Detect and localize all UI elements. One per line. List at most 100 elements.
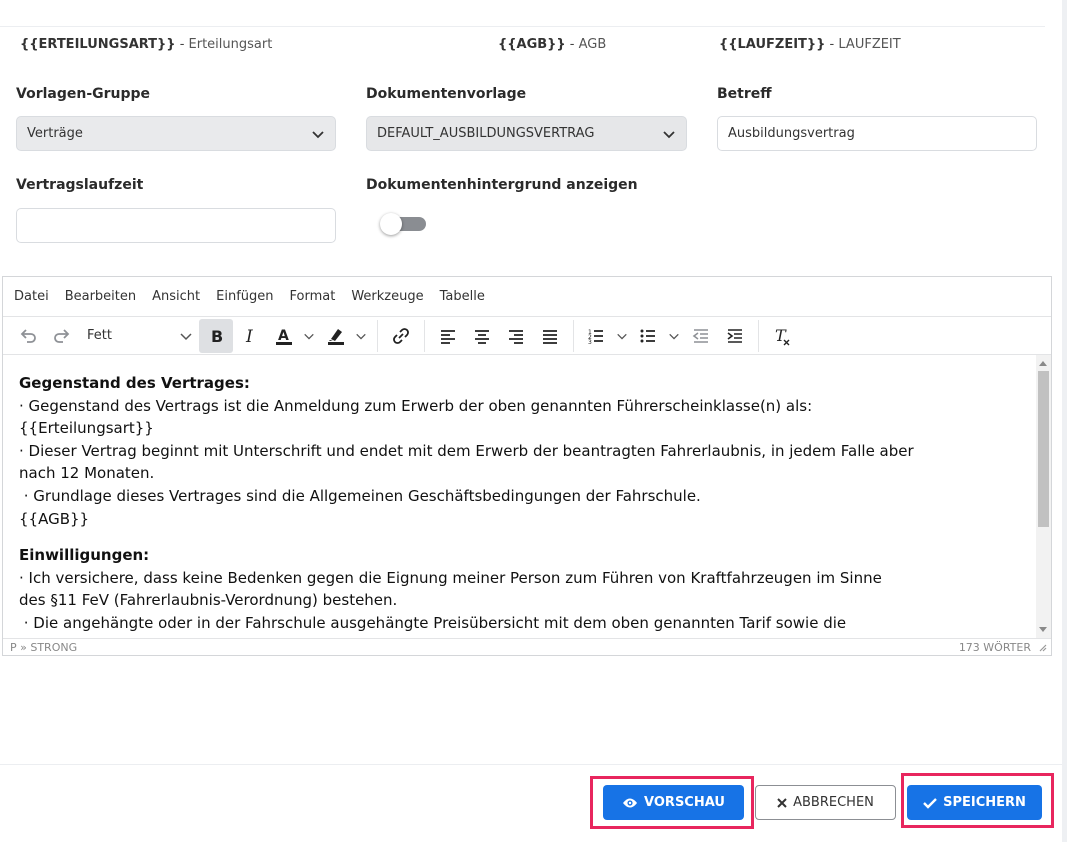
align-justify-button[interactable] xyxy=(533,319,567,353)
content-line: · Die angehängte oder in der Fahrschule … xyxy=(19,613,847,632)
italic-icon: I xyxy=(245,327,253,346)
toolbar-separator xyxy=(573,319,574,352)
menu-datei[interactable]: Datei xyxy=(14,289,49,304)
content-line: · Grundlage dieses Vertrages sind die Al… xyxy=(19,486,701,505)
speichern-label: SPEICHERN xyxy=(943,795,1026,810)
editor-scrollbar[interactable] xyxy=(1036,355,1051,638)
align-center-button[interactable] xyxy=(465,319,499,353)
dokumentenvorlage-value: DEFAULT_AUSBILDUNGSVERTRAG xyxy=(377,126,595,141)
chevron-down-icon xyxy=(304,333,314,339)
placeholder-token: {{ERTEILUNGSART}} xyxy=(20,37,176,52)
bullet-list-button[interactable] xyxy=(632,319,684,353)
numbered-list-icon: 123 xyxy=(588,329,603,346)
betreff-label: Betreff xyxy=(717,86,772,102)
divider xyxy=(0,26,1045,27)
chevron-down-icon xyxy=(312,130,324,138)
content-line: · Ich versichere, dass keine Bedenken ge… xyxy=(19,568,882,587)
vorlagen-gruppe-select[interactable]: Verträge xyxy=(16,116,336,151)
hintergrund-label: Dokumentenhintergrund anzeigen xyxy=(366,177,638,193)
content-line: · Gegenstand des Vertrags ist die Anmeld… xyxy=(19,396,813,415)
undo-icon xyxy=(20,328,36,343)
rich-text-editor: Datei Bearbeiten Ansicht Einfügen Format… xyxy=(2,276,1052,656)
redo-icon xyxy=(54,328,70,343)
numbered-list-button[interactable]: 123 xyxy=(580,319,632,353)
placeholder-agb: {{AGB}} - AGB xyxy=(498,37,607,52)
svg-text:I: I xyxy=(245,327,253,346)
chevron-down-icon xyxy=(663,130,675,138)
scroll-thumb[interactable] xyxy=(1038,371,1049,527)
eye-icon xyxy=(623,798,638,807)
betreff-input[interactable]: Ausbildungsvertrag xyxy=(717,116,1037,151)
content-line: {{Erteilungsart}} xyxy=(19,419,154,438)
speichern-button[interactable]: SPEICHERN xyxy=(907,785,1042,820)
close-icon xyxy=(777,797,787,808)
highlighter-icon xyxy=(328,328,344,345)
bold-button[interactable]: B xyxy=(199,318,233,353)
hintergrund-toggle[interactable] xyxy=(380,213,426,235)
scroll-down-icon[interactable] xyxy=(1039,627,1047,632)
chevron-down-icon xyxy=(356,333,366,339)
menu-bearbeiten[interactable]: Bearbeiten xyxy=(65,289,136,304)
align-right-button[interactable] xyxy=(499,319,533,353)
content-line: · Dieser Vertrag beginnt mit Unterschrif… xyxy=(19,441,914,460)
menu-tabelle[interactable]: Tabelle xyxy=(440,289,485,304)
bold-icon: B xyxy=(211,327,223,346)
scroll-up-icon[interactable] xyxy=(1039,361,1047,366)
svg-text:A: A xyxy=(278,328,289,344)
content-heading: Gegenstand des Vertrages: xyxy=(19,374,250,392)
indent-button[interactable] xyxy=(718,319,752,353)
align-justify-icon xyxy=(543,329,557,344)
toolbar-separator xyxy=(377,319,378,352)
placeholder-laufzeit: {{LAUFZEIT}} - LAUFZEIT xyxy=(719,37,901,52)
editor-content[interactable]: Gegenstand des Vertrages: · Gegenstand d… xyxy=(3,355,1051,638)
outdent-button[interactable] xyxy=(684,319,718,353)
footer-divider xyxy=(0,764,1062,765)
dokumentenvorlage-select[interactable]: DEFAULT_AUSBILDUNGSVERTRAG xyxy=(366,116,687,151)
placeholder-token: {{AGB}} xyxy=(498,37,566,52)
editor-menubar: Datei Bearbeiten Ansicht Einfügen Format… xyxy=(3,277,1051,317)
highlight-color-button[interactable] xyxy=(319,319,371,353)
align-left-icon xyxy=(441,329,455,344)
placeholder-legend: {{ERTEILUNGSART}} - Erteilungsart {{AGB}… xyxy=(0,37,1045,57)
vorschau-button[interactable]: VORSCHAU xyxy=(603,785,744,820)
link-icon xyxy=(393,327,409,344)
page-scrollbar-gutter xyxy=(1062,0,1067,842)
svg-text:B: B xyxy=(211,327,223,346)
dokumentenvorlage-label: Dokumentenvorlage xyxy=(366,86,527,102)
resize-handle-icon[interactable] xyxy=(1037,642,1047,652)
chevron-down-icon xyxy=(617,333,627,339)
abbrechen-button[interactable]: ABBRECHEN xyxy=(755,785,896,820)
placeholder-token: {{LAUFZEIT}} xyxy=(719,37,826,52)
vorschau-label: VORSCHAU xyxy=(644,795,725,810)
italic-button[interactable]: I xyxy=(233,319,267,353)
menu-werkzeuge[interactable]: Werkzeuge xyxy=(351,289,423,304)
menu-einfuegen[interactable]: Einfügen xyxy=(216,289,273,304)
align-center-icon xyxy=(475,329,489,344)
content-line: nach 12 Monaten. xyxy=(19,464,155,483)
link-button[interactable] xyxy=(384,319,418,353)
toolbar-separator xyxy=(424,319,425,352)
chevron-down-icon xyxy=(669,333,679,339)
clear-formatting-button[interactable]: T xyxy=(765,319,799,353)
vertragslaufzeit-input[interactable] xyxy=(16,208,336,243)
redo-button[interactable] xyxy=(45,319,79,353)
clear-formatting-icon: T xyxy=(775,326,790,345)
align-left-button[interactable] xyxy=(431,319,465,353)
element-path[interactable]: P » STRONG xyxy=(10,641,77,654)
chevron-down-icon xyxy=(180,332,192,340)
text-color-button[interactable]: A xyxy=(267,319,319,353)
content-line: des §11 FeV (Fahrerlaubnis-Verordnung) b… xyxy=(19,591,398,610)
content-line: {{AGB}} xyxy=(19,509,90,528)
toolbar-separator xyxy=(758,319,759,352)
bullet-list-icon xyxy=(640,329,655,342)
block-format-select[interactable]: Fett xyxy=(79,319,199,353)
vorlagen-gruppe-label: Vorlagen-Gruppe xyxy=(16,86,151,102)
outdent-icon xyxy=(692,328,708,343)
menu-ansicht[interactable]: Ansicht xyxy=(152,289,200,304)
editor-statusbar: P » STRONG 173 WÖRTER xyxy=(3,638,1051,655)
menu-format[interactable]: Format xyxy=(290,289,336,304)
content-heading: Einwilligungen: xyxy=(19,546,150,565)
block-format-value: Fett xyxy=(87,328,112,343)
undo-button[interactable] xyxy=(11,319,45,353)
toggle-knob xyxy=(380,213,402,235)
